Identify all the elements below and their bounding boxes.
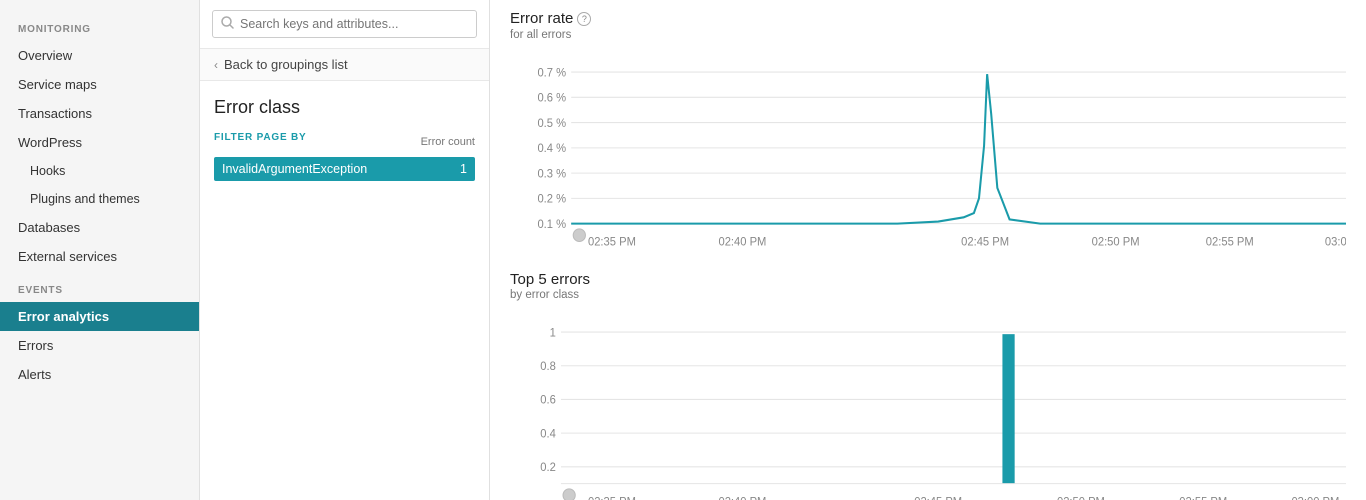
svg-text:03:0: 03:0 — [1325, 237, 1346, 249]
sidebar-item-wordpress[interactable]: WordPress — [0, 128, 199, 157]
middle-content: Error class FILTER PAGE BY Error count I… — [200, 81, 489, 197]
filter-row-name: InvalidArgumentException — [222, 162, 367, 176]
back-chevron-icon: ‹ — [214, 58, 218, 72]
svg-text:0.3 %: 0.3 % — [537, 168, 566, 180]
sidebar-item-overview[interactable]: Overview — [0, 41, 199, 70]
monitoring-label: MONITORING — [0, 10, 199, 41]
sidebar-item-external-services[interactable]: External services — [0, 242, 199, 271]
svg-text:02:55 PM: 02:55 PM — [1179, 497, 1227, 500]
svg-text:0.2 %: 0.2 % — [537, 193, 566, 205]
search-input[interactable] — [240, 17, 468, 31]
svg-text:02:35 PM: 02:35 PM — [588, 237, 636, 249]
sidebar-section-events: EVENTS Error analytics Errors Alerts — [0, 271, 199, 389]
sidebar-item-transactions[interactable]: Transactions — [0, 99, 199, 128]
svg-text:02:50 PM: 02:50 PM — [1092, 237, 1140, 249]
svg-text:02:35 PM: 02:35 PM — [588, 497, 636, 500]
filter-row-count: 1 — [460, 162, 467, 176]
top5-errors-section: Top 5 errors by error class 1 0.8 0.6 0.… — [510, 271, 1346, 500]
svg-text:0.5 %: 0.5 % — [537, 118, 566, 130]
top5-subtitle: by error class — [510, 289, 1346, 301]
svg-text:0.6 %: 0.6 % — [537, 92, 566, 104]
filter-page-by-label: FILTER PAGE BY — [214, 132, 307, 143]
svg-text:0.4: 0.4 — [540, 428, 556, 440]
sidebar-item-hooks[interactable]: Hooks — [0, 157, 199, 185]
svg-text:02:50 PM: 02:50 PM — [1057, 497, 1105, 500]
svg-text:0.8: 0.8 — [540, 361, 556, 373]
svg-text:02:55 PM: 02:55 PM — [1206, 237, 1254, 249]
help-icon[interactable]: ? — [577, 12, 591, 26]
sidebar-item-plugins-themes[interactable]: Plugins and themes — [0, 185, 199, 213]
main-panel: Error rate ? for all errors 0.7 % 0.6 % … — [490, 0, 1366, 500]
error-count-label: Error count — [421, 136, 475, 148]
middle-panel: ‹ Back to groupings list Error class FIL… — [200, 0, 490, 500]
svg-text:02:45 PM: 02:45 PM — [914, 497, 962, 500]
error-rate-subtitle: for all errors — [510, 29, 1346, 41]
search-bar[interactable] — [212, 10, 477, 38]
sidebar-section-monitoring: MONITORING Overview Service maps Transac… — [0, 10, 199, 271]
sidebar-item-error-analytics[interactable]: Error analytics — [0, 302, 199, 331]
top5-chart: 1 0.8 0.6 0.4 0.2 02:35 PM 02:40 PM 02:4… — [510, 311, 1346, 500]
filter-header: FILTER PAGE BY Error count — [214, 132, 475, 151]
svg-text:0.1 %: 0.1 % — [537, 219, 566, 231]
svg-text:0.2: 0.2 — [540, 462, 556, 474]
top5-title: Top 5 errors — [510, 271, 1346, 288]
sidebar: MONITORING Overview Service maps Transac… — [0, 0, 200, 500]
svg-text:02:40 PM: 02:40 PM — [718, 497, 766, 500]
svg-text:1: 1 — [550, 327, 556, 339]
sidebar-item-errors[interactable]: Errors — [0, 331, 199, 360]
events-label: EVENTS — [0, 271, 199, 302]
error-rate-section: Error rate ? for all errors 0.7 % 0.6 % … — [510, 10, 1346, 251]
sidebar-item-databases[interactable]: Databases — [0, 213, 199, 242]
sidebar-item-alerts[interactable]: Alerts — [0, 360, 199, 389]
svg-text:02:40 PM: 02:40 PM — [718, 237, 766, 249]
back-button-label: Back to groupings list — [224, 57, 348, 72]
svg-text:03:00 PM: 03:00 PM — [1291, 497, 1339, 500]
error-rate-title: Error rate — [510, 10, 573, 27]
back-button[interactable]: ‹ Back to groupings list — [200, 48, 489, 81]
svg-text:02:45 PM: 02:45 PM — [961, 237, 1009, 249]
filter-row-invalid-arg[interactable]: InvalidArgumentException 1 — [214, 157, 475, 181]
error-class-title: Error class — [214, 97, 475, 118]
sidebar-item-service-maps[interactable]: Service maps — [0, 70, 199, 99]
search-icon — [221, 16, 234, 32]
svg-text:0.4 %: 0.4 % — [537, 143, 566, 155]
svg-text:0.7 %: 0.7 % — [537, 67, 566, 79]
error-rate-chart: 0.7 % 0.6 % 0.5 % 0.4 % 0.3 % 0.2 % 0.1 … — [510, 51, 1346, 251]
svg-text:0.6: 0.6 — [540, 394, 556, 406]
